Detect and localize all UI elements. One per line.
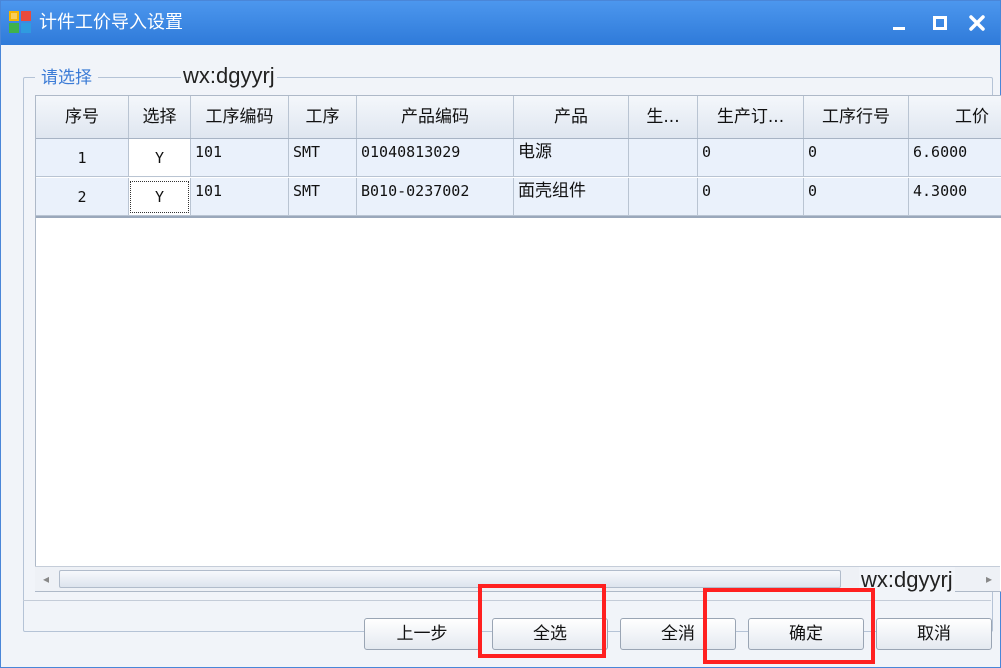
watermark-bottom: wx:dgyyrj (859, 567, 955, 593)
dialog-content: 请选择 wx:dgyyrj 序号 选择 工序编码 工序 产品编码 产品 生...… (9, 45, 1001, 661)
cell-process-code: 101 (191, 139, 289, 177)
cell-process-line-no: 0 (804, 139, 909, 177)
cell-select-focused[interactable]: Y (129, 178, 191, 216)
cell-product-code: 01040813029 (357, 139, 514, 177)
column-header-production-order[interactable]: 生产订... (698, 96, 804, 138)
cell-process-line-no: 0 (804, 178, 909, 216)
process-price-table: 序号 选择 工序编码 工序 产品编码 产品 生... 生产订... 工序行号 工… (35, 95, 1001, 592)
group-label: 请选择 (35, 67, 98, 89)
maximize-icon[interactable] (926, 9, 954, 37)
cell-production-order: 0 (698, 139, 804, 177)
cell-product-code: B010-0237002 (357, 178, 514, 216)
window-title: 计件工价导入设置 (39, 12, 183, 33)
cell-product: 电源 (514, 139, 629, 177)
cell-price: 6.6000 (909, 139, 1001, 177)
horizontal-scrollbar[interactable]: ◂ ▸ (35, 566, 1000, 591)
app-grid-icon (9, 11, 31, 33)
cell-price: 4.3000 (909, 178, 1001, 216)
table-row[interactable]: 2 Y 101 SMT B010-0237002 面壳组件 0 0 4.3000 (36, 178, 1001, 218)
scrollbar-thumb[interactable] (59, 570, 841, 588)
cell-process: SMT (289, 139, 357, 177)
dialog-window: 计件工价导入设置 请选择 wx:dgyyrj 序号 选择 工序编码 工序 产品编… (0, 0, 1001, 668)
column-header-product-code[interactable]: 产品编码 (357, 96, 514, 138)
clear-all-button[interactable]: 全消 (620, 618, 736, 650)
column-header-index[interactable]: 序号 (36, 96, 129, 138)
cell-index: 1 (36, 139, 129, 177)
column-header-production[interactable]: 生... (629, 96, 698, 138)
cell-index: 2 (36, 178, 129, 216)
column-header-price[interactable]: 工价 (909, 96, 1001, 138)
column-header-product[interactable]: 产品 (514, 96, 629, 138)
cancel-button[interactable]: 取消 (876, 618, 992, 650)
cell-production (629, 178, 698, 216)
column-header-process-line-no[interactable]: 工序行号 (804, 96, 909, 138)
scroll-left-icon[interactable]: ◂ (35, 567, 57, 591)
table-header: 序号 选择 工序编码 工序 产品编码 产品 生... 生产订... 工序行号 工… (36, 96, 1001, 139)
cell-production-order: 0 (698, 178, 804, 216)
table-row[interactable]: 1 Y 101 SMT 01040813029 电源 0 0 6.6000 (36, 139, 1001, 177)
focus-rectangle (130, 181, 189, 213)
cell-process: SMT (289, 178, 357, 216)
scroll-right-icon[interactable]: ▸ (978, 567, 1000, 591)
prev-step-button[interactable]: 上一步 (364, 618, 480, 650)
column-header-select[interactable]: 选择 (129, 96, 191, 138)
column-header-process[interactable]: 工序 (289, 96, 357, 138)
select-all-button[interactable]: 全选 (492, 618, 608, 650)
title-bar: 计件工价导入设置 (1, 1, 1000, 45)
column-header-process-code[interactable]: 工序编码 (191, 96, 289, 138)
cell-product: 面壳组件 (514, 178, 629, 216)
confirm-button[interactable]: 确定 (748, 618, 864, 650)
minimize-icon[interactable] (885, 9, 913, 37)
cell-select[interactable]: Y (129, 139, 191, 177)
watermark-top: wx:dgyyrj (181, 63, 277, 89)
button-divider (23, 600, 991, 601)
cell-process-code: 101 (191, 178, 289, 216)
cell-production (629, 139, 698, 177)
close-icon[interactable] (963, 9, 991, 37)
